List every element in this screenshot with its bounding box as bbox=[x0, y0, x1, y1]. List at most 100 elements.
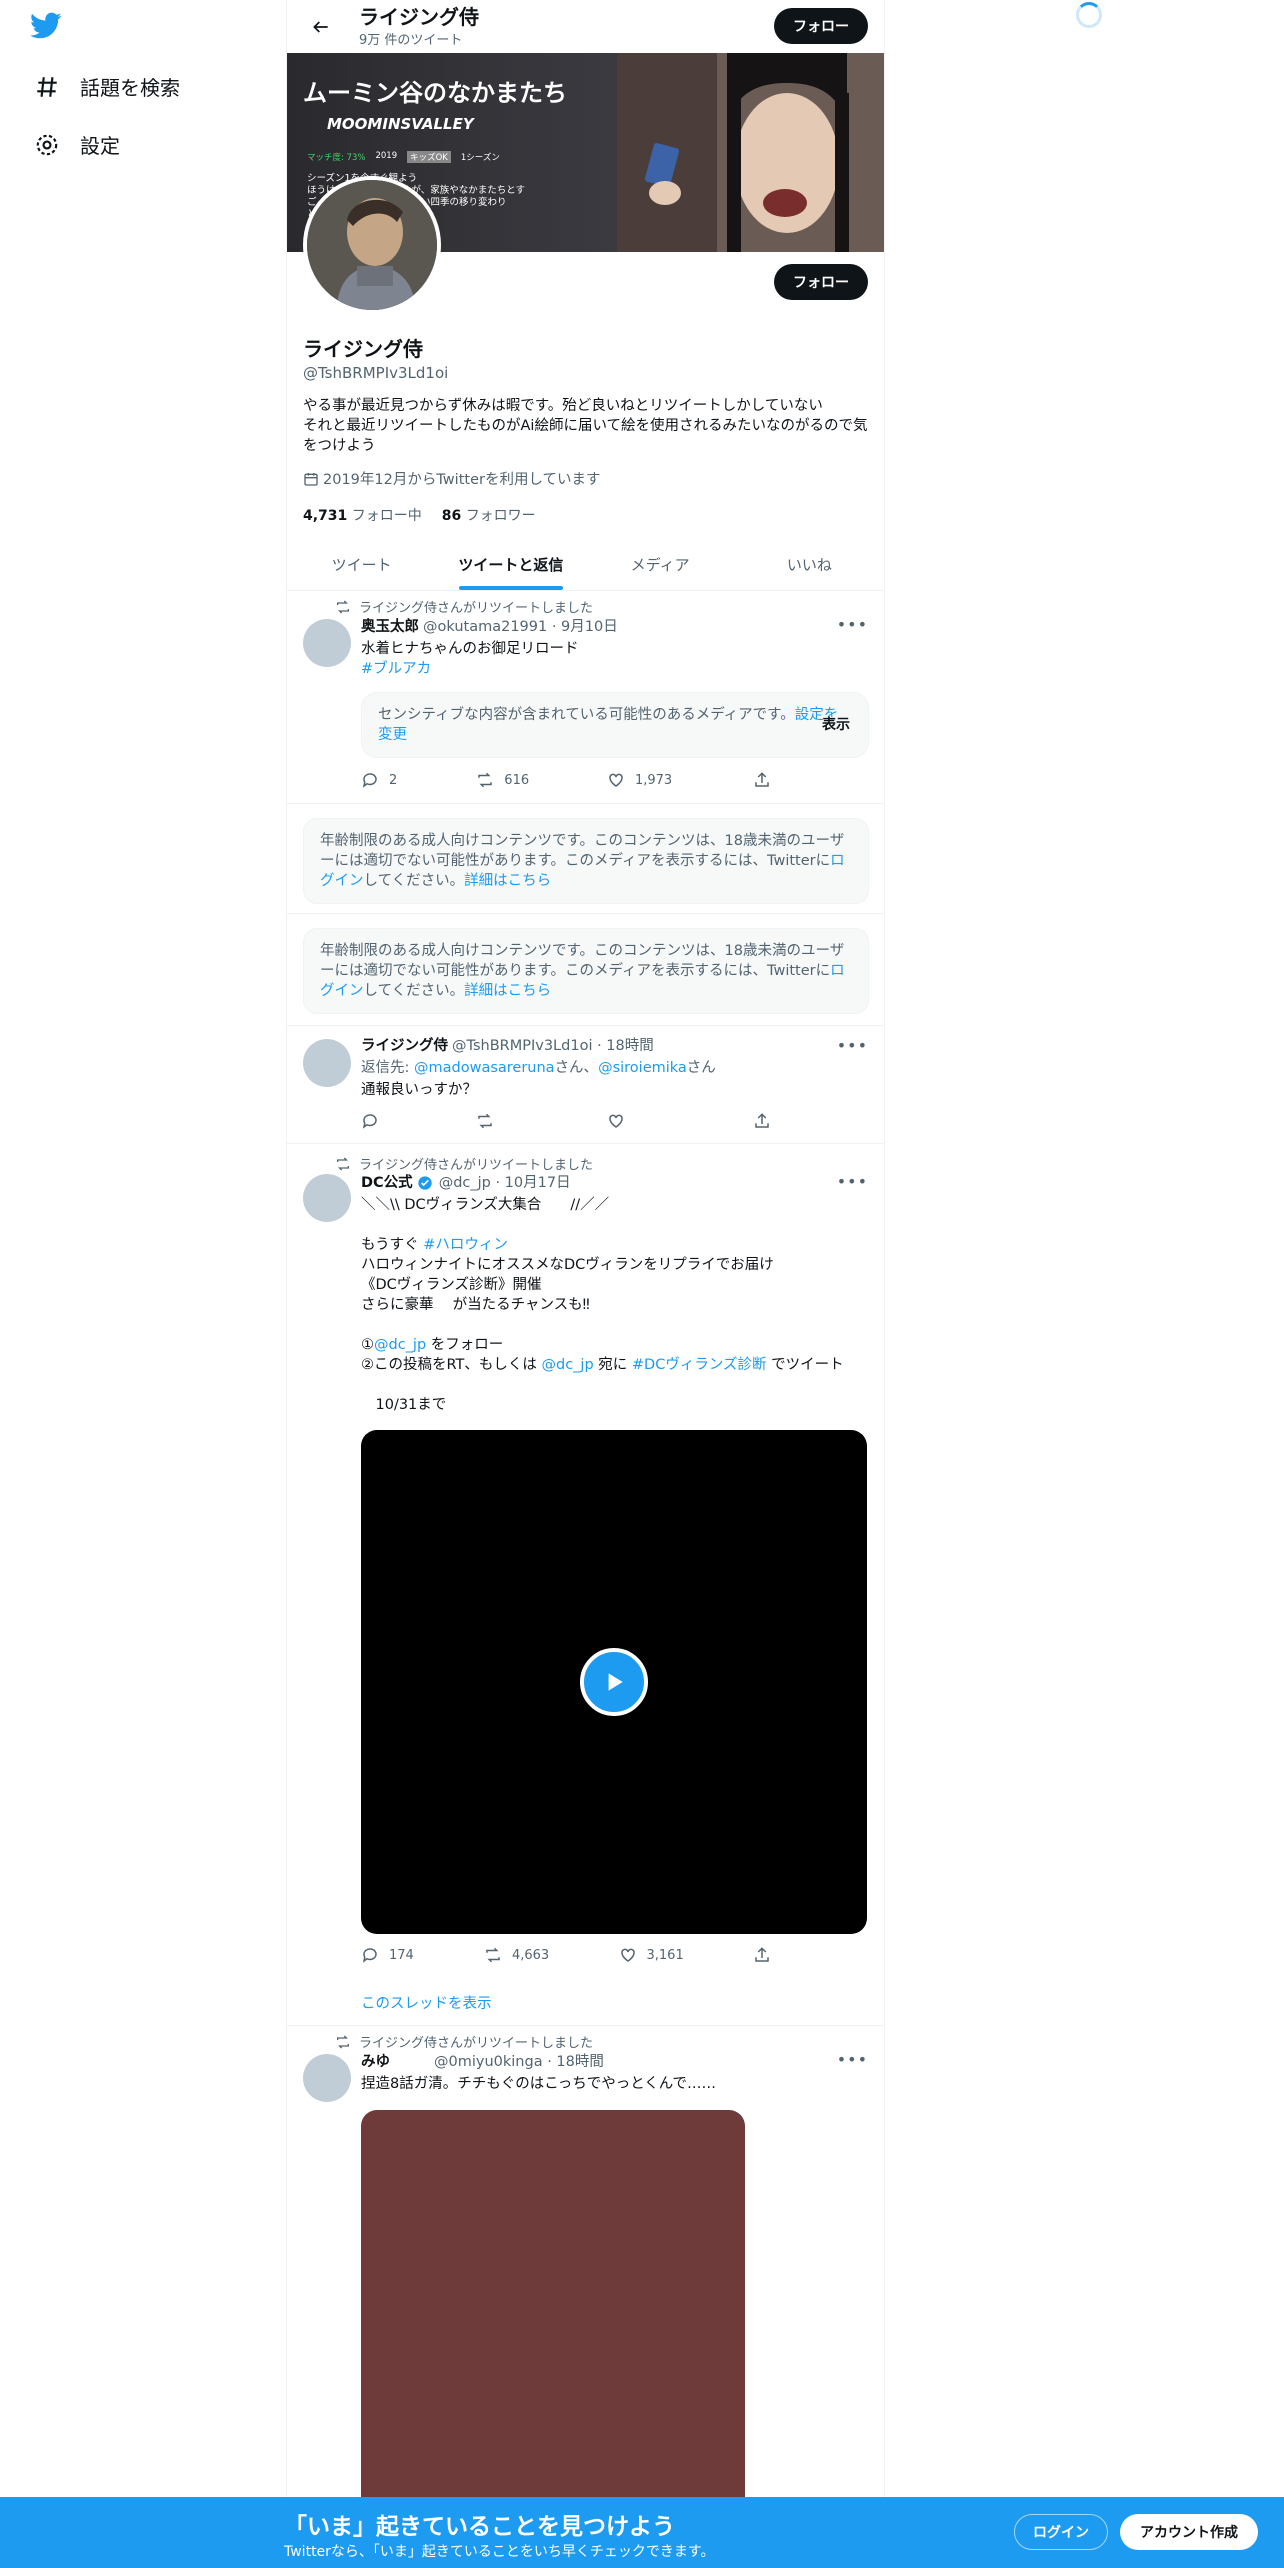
retweet-icon bbox=[337, 2035, 349, 2048]
reply-count: 2 bbox=[389, 772, 398, 788]
calendar-icon bbox=[304, 472, 318, 486]
tab-tweets[interactable]: ツイート bbox=[287, 538, 436, 590]
show-media-button[interactable]: 表示 bbox=[822, 715, 850, 735]
nav-explore-label: 話題を検索 bbox=[80, 76, 180, 100]
tweet-author-name[interactable]: 奥玉太郎 bbox=[361, 617, 419, 637]
tweet-image[interactable] bbox=[361, 2110, 745, 2500]
tweet-author-name[interactable]: みゆ bbox=[361, 2052, 390, 2072]
avatar-image bbox=[307, 180, 437, 310]
followers-label: フォロワー bbox=[465, 508, 536, 524]
follow-button-header[interactable]: フォロー bbox=[774, 8, 868, 44]
profile-stats: 4,731 フォロー中 86 フォロワー bbox=[303, 505, 868, 525]
reply-icon bbox=[362, 1948, 377, 1963]
like-button[interactable]: 1,973 bbox=[607, 771, 753, 789]
retweet-label: ライジング侍さんがリツイートしました bbox=[359, 601, 594, 616]
retweet-icon bbox=[337, 1157, 349, 1170]
show-thread-link[interactable]: このスレッドを表示 bbox=[361, 1992, 492, 2013]
tweet-line-1: ＼＼\\ DCヴィランズ大集合 //／／ bbox=[361, 1197, 610, 1213]
tweet-text: 通報良いっすか？ bbox=[361, 1082, 477, 1098]
tweet-author-name[interactable]: DC公式 bbox=[361, 1173, 413, 1193]
reply-button[interactable]: 2 bbox=[361, 771, 476, 789]
tweet-1[interactable]: ライジング侍さんがリツイートしました ••• 奥玉太郎 @okutama2199… bbox=[287, 591, 884, 804]
tweet-2[interactable]: ••• ライジング侍 @TshBRMPIv3Ld1oi · 18時間 返信先: … bbox=[287, 1026, 884, 1144]
mention-dc-jp-2[interactable]: @dc_jp bbox=[542, 1357, 594, 1373]
left-nav: 話題を検索 設定 bbox=[0, 0, 286, 2500]
arrow-left-icon bbox=[313, 20, 328, 33]
profile-avatar[interactable] bbox=[303, 176, 441, 314]
follow-button[interactable]: フォロー bbox=[774, 264, 868, 300]
nav-settings-label: 設定 bbox=[80, 134, 120, 158]
profile-name: ライジング侍 bbox=[303, 337, 423, 361]
tweet-3[interactable]: ライジング侍さんがリツイートしました ••• DC公式 @dc_jp · 10月… bbox=[287, 1144, 884, 2026]
tab-tweets-and-replies[interactable]: ツイートと返信 bbox=[436, 538, 585, 590]
login-button[interactable]: ログイン bbox=[1014, 2514, 1108, 2550]
tweet-avatar[interactable] bbox=[303, 2054, 351, 2102]
tweet-author-name[interactable]: ライジング侍 bbox=[361, 1036, 448, 1056]
tweet-line-4: 《DCヴィランズ診断》開催 bbox=[361, 1277, 542, 1293]
tweet-meta[interactable]: @TshBRMPIv3Ld1oi · 18時間 bbox=[452, 1036, 654, 1056]
share-icon bbox=[755, 1113, 769, 1128]
like-count: 3,161 bbox=[646, 1947, 684, 1963]
like-count: 1,973 bbox=[634, 772, 673, 788]
mention-dc-jp[interactable]: @dc_jp bbox=[374, 1337, 426, 1353]
play-icon[interactable] bbox=[580, 1648, 648, 1716]
tweet-avatar[interactable] bbox=[303, 619, 351, 667]
header-title: ライジング侍 bbox=[359, 5, 479, 29]
banner-rating: キッズOK bbox=[407, 151, 451, 163]
reply-icon bbox=[362, 773, 377, 788]
tweet-meta[interactable]: @0miyu0kinga · 18時間 bbox=[434, 2052, 604, 2072]
tweet-meta[interactable]: @okutama21991 · 9月10日 bbox=[423, 617, 618, 637]
following-link[interactable]: 4,731 フォロー中 bbox=[303, 505, 422, 525]
retweet-button[interactable] bbox=[476, 1112, 607, 1130]
reply-button[interactable] bbox=[361, 1112, 476, 1130]
profile-joined: 2019年12月からTwitterを利用しています bbox=[303, 468, 868, 489]
like-button[interactable]: 3,161 bbox=[619, 1946, 754, 1964]
sensitive-text: センシティブな内容が含まれている可能性のあるメディアです。 bbox=[378, 707, 795, 723]
retweet-icon bbox=[337, 600, 349, 613]
tweet-video[interactable] bbox=[361, 1430, 867, 1934]
tweet-line-7-mid: 宛に bbox=[593, 1357, 632, 1373]
nav-settings[interactable]: 設定 bbox=[34, 130, 120, 159]
tweet-4[interactable]: ライジング侍さんがリツイートしました ••• みゆ @0miyu0kinga ·… bbox=[287, 2026, 884, 2500]
nav-explore[interactable]: 話題を検索 bbox=[34, 72, 180, 101]
share-button[interactable] bbox=[753, 1946, 781, 1964]
reply-mention-1[interactable]: @madowasareruna bbox=[414, 1060, 555, 1076]
profile-header: ライジング侍 9万 件のツイート フォロー bbox=[287, 0, 884, 53]
followers-link[interactable]: 86 フォロワー bbox=[442, 505, 536, 525]
reply-context: 返信先: @madowasarerunaさん、@siroiemikaさん bbox=[361, 1058, 869, 1078]
signup-banner-title: 「いま」起きていることを見つけよう bbox=[284, 2514, 675, 2540]
banner-title: ムーミン谷のなかまたち bbox=[303, 79, 567, 107]
tweet-line-3: ハロウィンナイトにオススメなDCヴィランをリプライでお届け bbox=[361, 1257, 774, 1273]
following-count: 4,731 bbox=[303, 508, 348, 524]
tweet-avatar[interactable] bbox=[303, 1174, 351, 1222]
retweet-icon bbox=[478, 1113, 493, 1129]
share-button[interactable] bbox=[753, 1112, 781, 1130]
retweet-label: ライジング侍さんがリツイートしました bbox=[359, 1158, 594, 1173]
back-button[interactable] bbox=[303, 9, 339, 45]
tweet-hashtag[interactable]: #ブルアカ bbox=[361, 659, 869, 679]
details-link[interactable]: 詳細はこちら bbox=[464, 873, 551, 889]
profile-joined-text: 2019年12月からTwitterを利用しています bbox=[323, 472, 601, 488]
tab-media[interactable]: メディア bbox=[586, 538, 735, 590]
retweet-button[interactable]: 616 bbox=[476, 771, 607, 789]
tweet-line-7-suffix: でツイート bbox=[766, 1357, 844, 1373]
tweet-avatar[interactable] bbox=[303, 1039, 351, 1087]
sensitive-media-notice: センシティブな内容が含まれている可能性のあるメディアです。設定を変更 表示 bbox=[361, 692, 869, 758]
hashtag-dc-villains[interactable]: #DCヴィランズ診断 bbox=[632, 1357, 767, 1373]
retweet-indicator: ライジング侍さんがリツイートしました bbox=[335, 597, 593, 616]
tweet-line-7-prefix: ②この投稿をRT、もしくは bbox=[361, 1357, 542, 1373]
reply-button[interactable]: 174 bbox=[361, 1946, 484, 1964]
reply-mention-2[interactable]: @siroiemika bbox=[598, 1060, 687, 1076]
share-button[interactable] bbox=[753, 771, 781, 789]
twitter-logo-icon[interactable] bbox=[30, 12, 66, 48]
hashtag-halloween[interactable]: #ハロウィン bbox=[423, 1237, 508, 1253]
heart-icon bbox=[609, 1114, 623, 1128]
like-button[interactable] bbox=[607, 1112, 753, 1130]
retweet-icon bbox=[478, 772, 493, 788]
tweet-count: 9万 件のツイート bbox=[359, 33, 463, 48]
signup-button[interactable]: アカウント作成 bbox=[1120, 2514, 1258, 2550]
details-link[interactable]: 詳細はこちら bbox=[464, 983, 551, 999]
retweet-button[interactable]: 4,663 bbox=[484, 1946, 619, 1964]
tweet-meta[interactable]: @dc_jp · 10月17日 bbox=[439, 1173, 571, 1193]
tab-likes[interactable]: いいね bbox=[735, 538, 884, 590]
